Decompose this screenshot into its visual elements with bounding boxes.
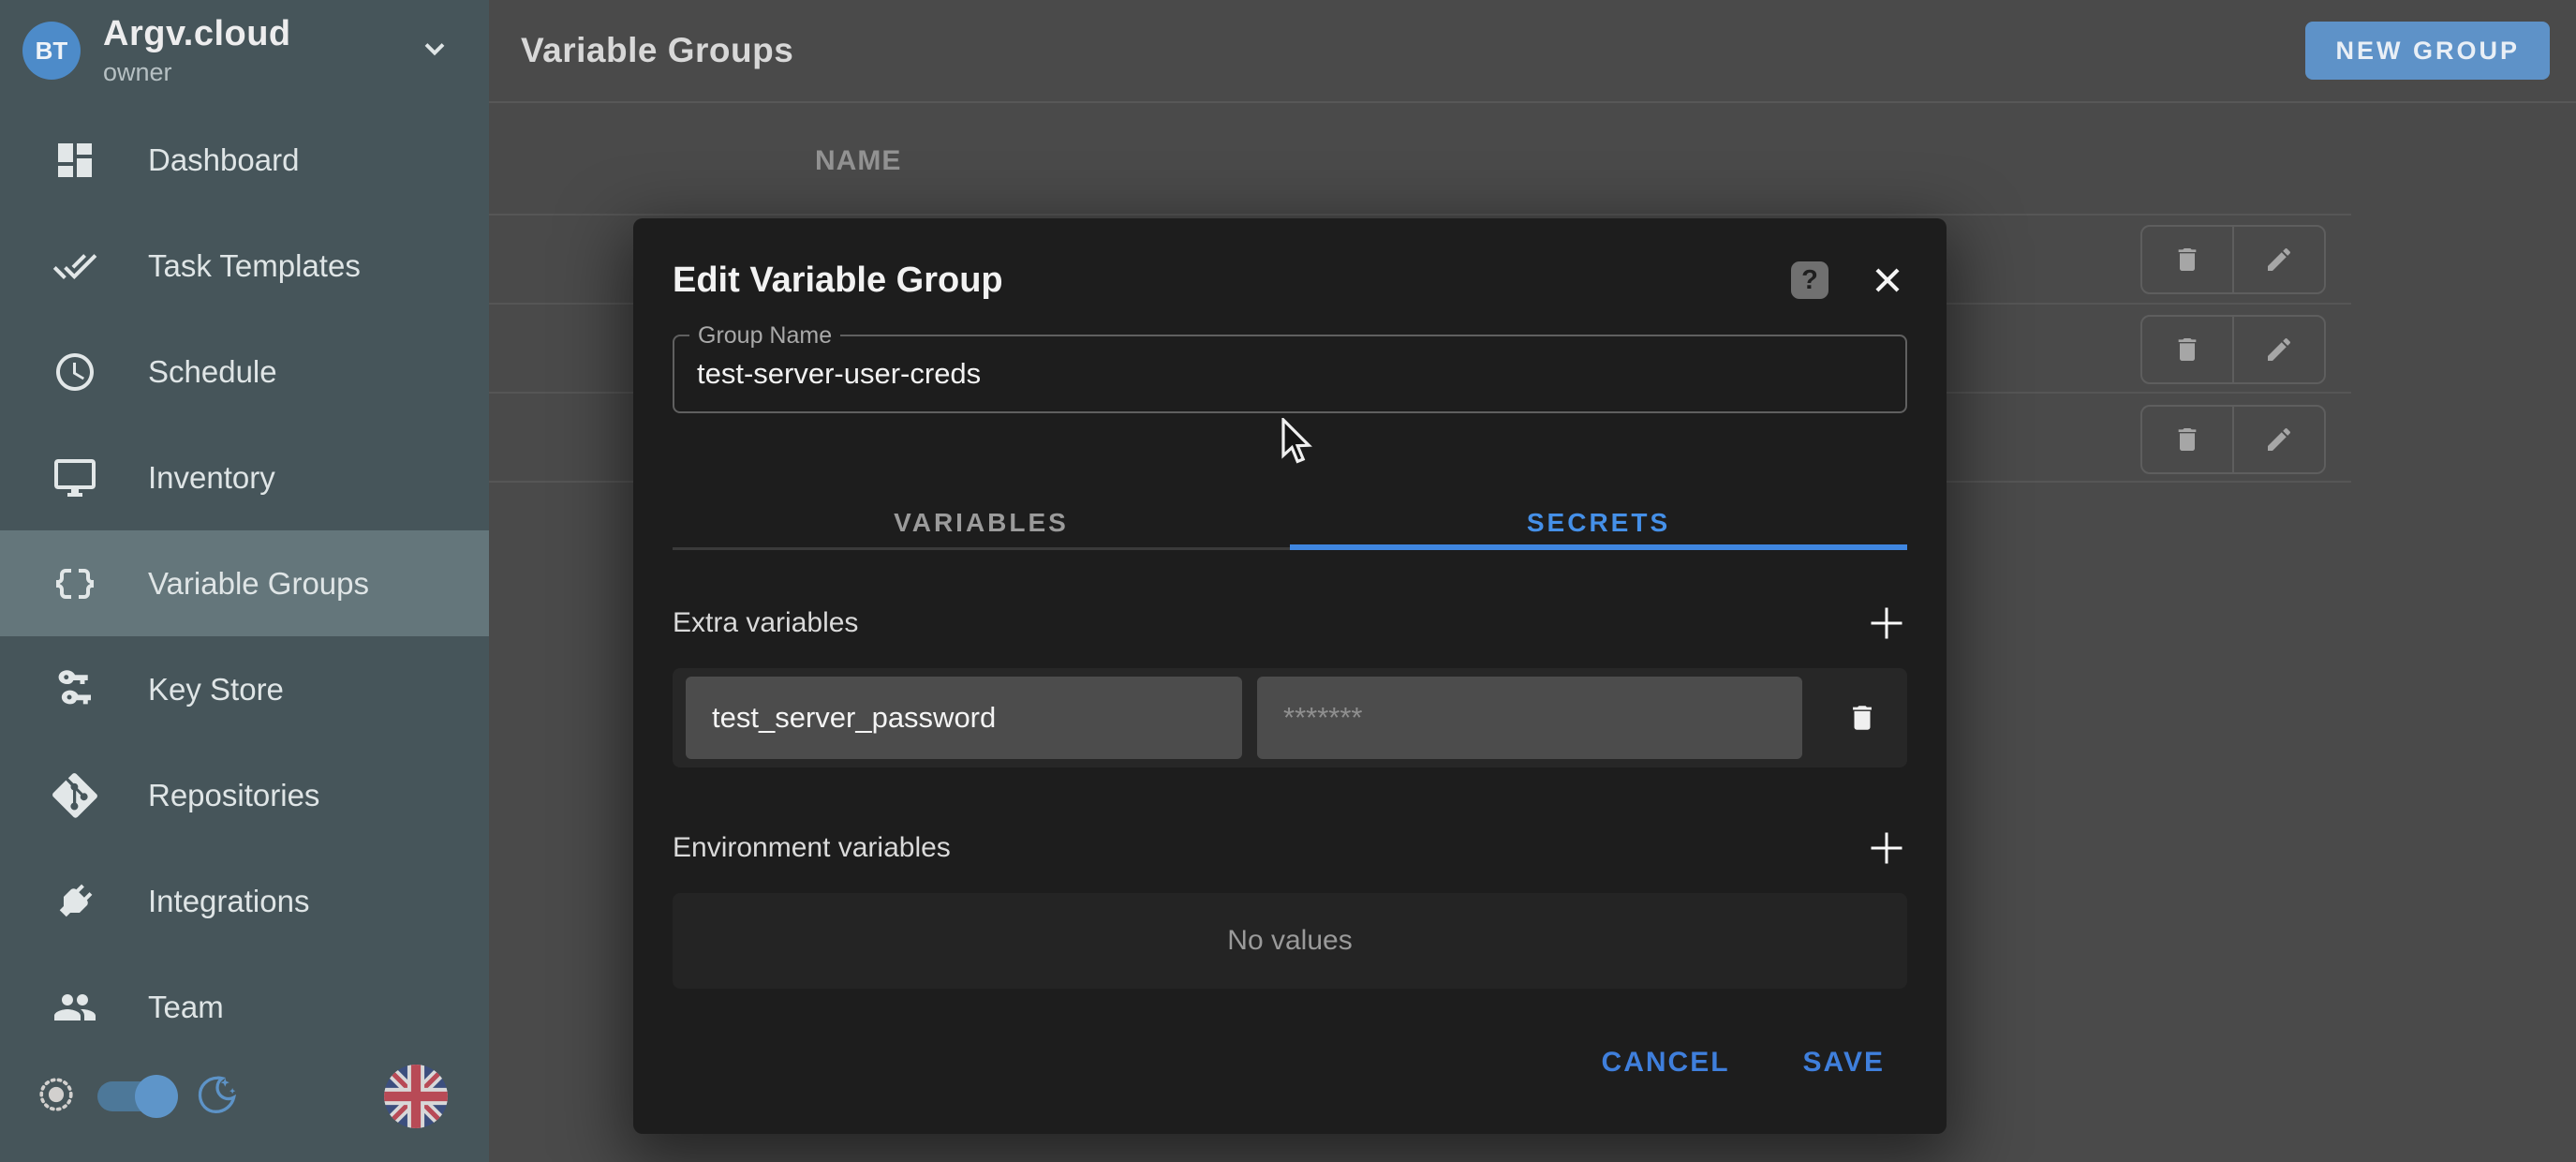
delete-button[interactable] xyxy=(2142,407,2232,472)
plug-icon xyxy=(52,879,97,924)
group-name-label: Group Name xyxy=(689,322,840,350)
sun-icon xyxy=(36,1074,77,1120)
group-name-field: Group Name xyxy=(673,335,1907,413)
help-button[interactable]: ? xyxy=(1791,261,1828,299)
people-icon xyxy=(52,985,97,1030)
mouse-cursor xyxy=(1281,418,1317,475)
workspace-info: Argv.cloud owner xyxy=(103,14,418,87)
close-icon xyxy=(1870,262,1905,298)
pencil-icon xyxy=(2264,245,2294,275)
edit-button[interactable] xyxy=(2232,227,2324,292)
add-extra-variable-button[interactable] xyxy=(1866,603,1907,644)
sidebar-item-label: Repositories xyxy=(148,778,319,813)
braces-icon xyxy=(52,561,97,606)
tab-secrets[interactable]: SECRETS xyxy=(1290,496,1907,550)
sidebar-item-label: Key Store xyxy=(148,672,284,708)
trash-icon xyxy=(1846,702,1878,734)
git-icon xyxy=(52,773,97,818)
plus-icon xyxy=(1868,829,1905,867)
table-row-actions xyxy=(2140,315,2326,384)
theme-toggle[interactable] xyxy=(97,1081,169,1111)
chevron-down-icon[interactable] xyxy=(418,32,452,70)
monitor-icon xyxy=(52,455,97,500)
plus-icon xyxy=(1868,604,1905,642)
remove-secret-button[interactable] xyxy=(1842,697,1883,738)
tab-label: SECRETS xyxy=(1527,508,1670,538)
sidebar-item-schedule[interactable]: Schedule xyxy=(0,319,489,425)
new-group-button[interactable]: NEW GROUP xyxy=(2305,22,2550,80)
workspace-switcher[interactable]: BT Argv.cloud owner xyxy=(0,0,489,94)
keys-icon xyxy=(52,667,97,712)
dialog-header: Edit Variable Group ? xyxy=(673,218,1907,303)
workspace-name: Argv.cloud xyxy=(103,14,418,54)
sidebar-item-label: Dashboard xyxy=(148,142,299,178)
tabs: VARIABLES SECRETS xyxy=(673,496,1907,550)
pencil-icon xyxy=(2264,425,2294,454)
sidebar-item-label: Variable Groups xyxy=(148,566,369,602)
sidebar-item-label: Task Templates xyxy=(148,248,361,284)
sidebar-item-team[interactable]: Team xyxy=(0,954,489,1060)
tab-underline xyxy=(673,547,1290,550)
table-row-actions xyxy=(2140,405,2326,474)
sidebar-item-inventory[interactable]: Inventory xyxy=(0,425,489,530)
sidebar-item-task-templates[interactable]: Task Templates xyxy=(0,213,489,319)
extra-variables-label: Extra variables xyxy=(673,607,858,639)
environment-variables-section: Environment variables xyxy=(673,827,1907,869)
delete-button[interactable] xyxy=(2142,317,2232,382)
tab-underline-active xyxy=(1290,544,1907,550)
extra-variables-section: Extra variables xyxy=(673,603,1907,644)
secret-value-input[interactable] xyxy=(1257,677,1802,759)
environment-variables-label: Environment variables xyxy=(673,832,951,864)
save-button[interactable]: SAVE xyxy=(1803,1047,1885,1079)
sidebar: BT Argv.cloud owner Dashboard Task Templ… xyxy=(0,0,489,1162)
close-button[interactable] xyxy=(1868,261,1907,300)
sidebar-item-label: Inventory xyxy=(148,460,275,496)
workspace-role: owner xyxy=(103,58,418,87)
add-environment-variable-button[interactable] xyxy=(1866,827,1907,869)
trash-icon xyxy=(2172,335,2202,365)
table-divider xyxy=(489,214,2351,216)
edit-variable-group-dialog: Edit Variable Group ? Group Name VARIABL… xyxy=(633,218,1947,1134)
table-column-name: NAME xyxy=(815,145,901,177)
sidebar-footer xyxy=(0,1065,489,1162)
dashboard-icon xyxy=(52,138,97,183)
app-root: BT Argv.cloud owner Dashboard Task Templ… xyxy=(0,0,2576,1162)
double-check-icon xyxy=(52,244,97,289)
tab-variables[interactable]: VARIABLES xyxy=(673,496,1290,550)
sidebar-item-key-store[interactable]: Key Store xyxy=(0,636,489,742)
cancel-button[interactable]: CANCEL xyxy=(1602,1047,1730,1079)
group-name-input[interactable] xyxy=(674,336,1905,411)
trash-icon xyxy=(2172,245,2202,275)
sidebar-item-repositories[interactable]: Repositories xyxy=(0,742,489,848)
edit-button[interactable] xyxy=(2232,407,2324,472)
sidebar-item-variable-groups[interactable]: Variable Groups xyxy=(0,530,489,636)
avatar: BT xyxy=(22,22,81,80)
dialog-title: Edit Variable Group xyxy=(673,261,1003,301)
sidebar-nav: Dashboard Task Templates Schedule Invent… xyxy=(0,107,489,1060)
sidebar-item-dashboard[interactable]: Dashboard xyxy=(0,107,489,213)
secret-variable-row xyxy=(673,668,1907,767)
clock-icon xyxy=(52,350,97,395)
moon-stars-icon xyxy=(197,1074,238,1120)
table-row-actions xyxy=(2140,225,2326,294)
delete-button[interactable] xyxy=(2142,227,2232,292)
sidebar-item-label: Team xyxy=(148,990,224,1025)
page-title: Variable Groups xyxy=(521,31,793,70)
language-flag-uk[interactable] xyxy=(384,1065,448,1128)
secret-name-input[interactable] xyxy=(686,677,1242,759)
sidebar-item-integrations[interactable]: Integrations xyxy=(0,848,489,954)
no-values-text: No values xyxy=(1227,925,1352,957)
topbar: Variable Groups NEW GROUP xyxy=(489,0,2576,103)
tab-label: VARIABLES xyxy=(894,508,1069,538)
sidebar-item-label: Schedule xyxy=(148,354,277,390)
dialog-footer: CANCEL SAVE xyxy=(673,1047,1907,1079)
no-values-panel: No values xyxy=(673,893,1907,989)
pencil-icon xyxy=(2264,335,2294,365)
edit-button[interactable] xyxy=(2232,317,2324,382)
trash-icon xyxy=(2172,425,2202,454)
sidebar-item-label: Integrations xyxy=(148,884,309,919)
toggle-thumb[interactable] xyxy=(135,1075,178,1118)
